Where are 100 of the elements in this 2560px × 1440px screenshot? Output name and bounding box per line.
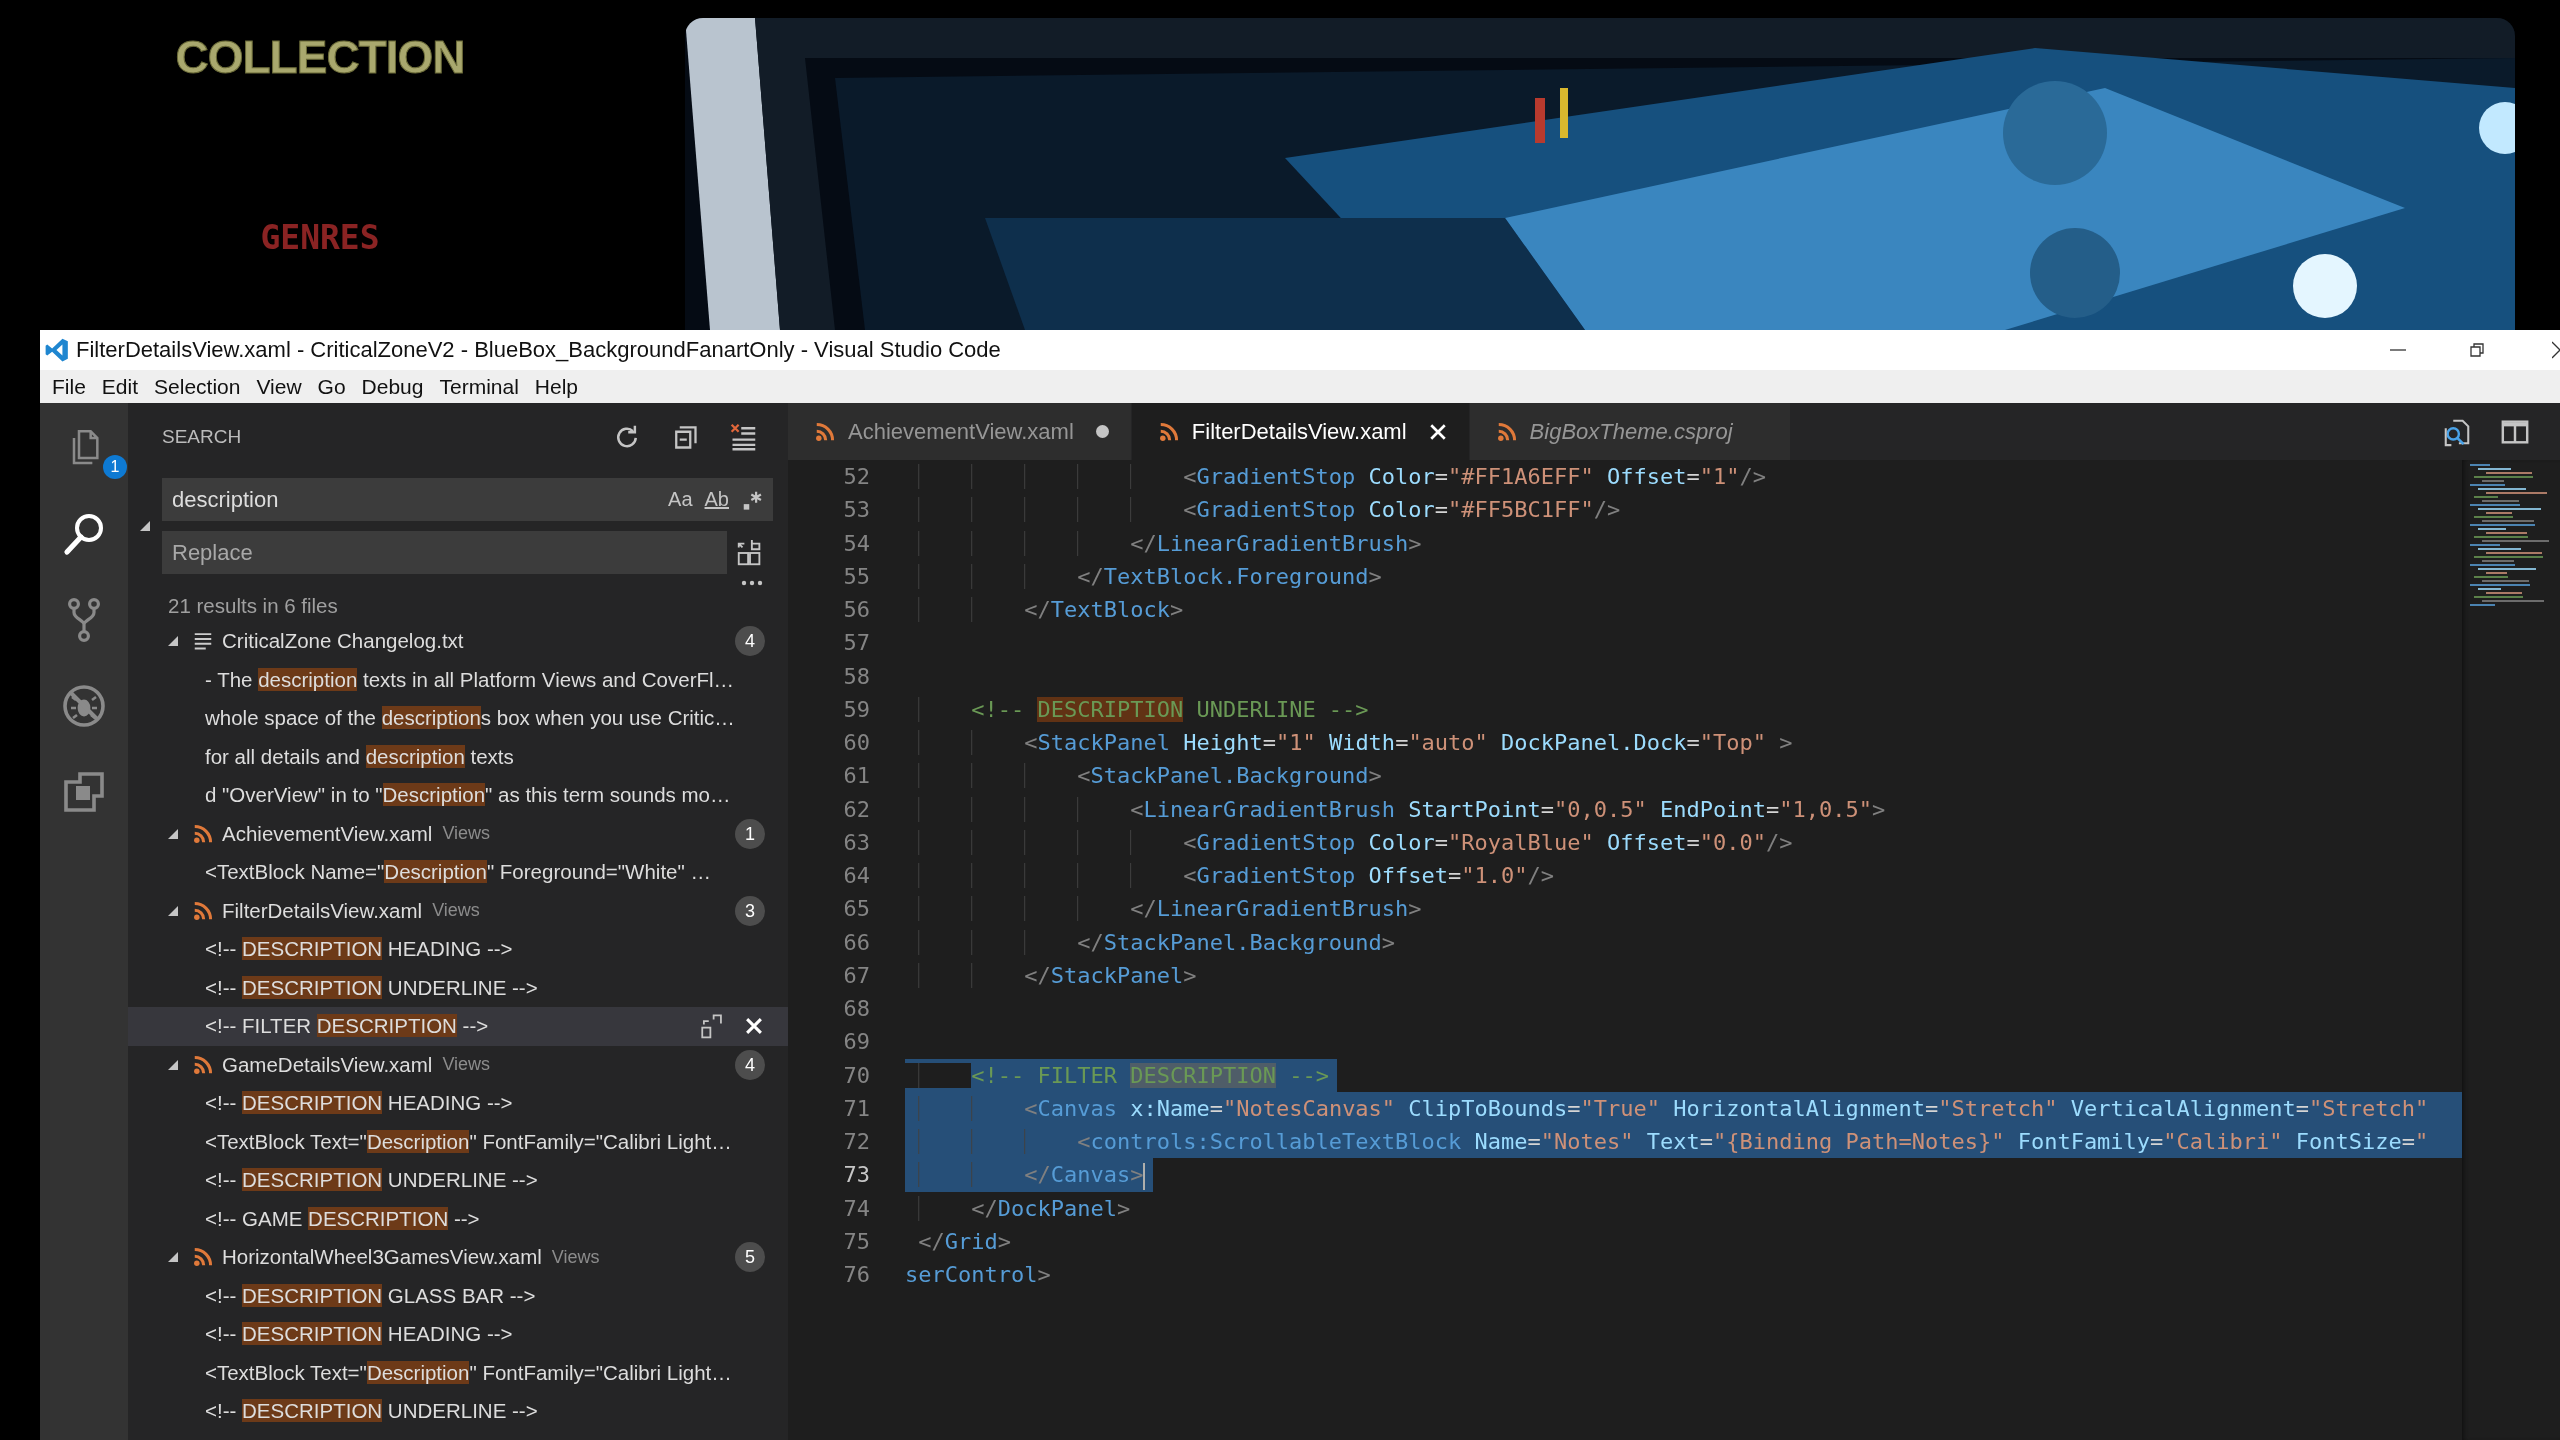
rss-icon <box>192 1246 214 1269</box>
code-line: <StackPanel Height="1" Width="auto" DockPanel.Dock="Top" > <box>905 726 1793 760</box>
rss-icon <box>192 1053 214 1076</box>
code-line: <!-- DESCRIPTION UNDERLINE --> <box>905 692 1369 726</box>
line-number: 62 <box>842 795 871 824</box>
search-result[interactable]: <!-- FILTER DESCRIPTION --> <box>128 1007 788 1046</box>
line-number: 68 <box>842 995 871 1023</box>
vscode-logo-icon <box>44 337 70 363</box>
search-result[interactable]: <!-- DESCRIPTION UNDERLINE --> <box>128 1392 788 1431</box>
line-number: 74 <box>842 1194 871 1223</box>
replace-icon[interactable] <box>699 1013 725 1040</box>
folder-label: Views <box>551 1246 601 1268</box>
menu-item[interactable]: Selection <box>146 370 249 403</box>
file-name[interactable]: FilterDetailsView.xaml <box>222 898 423 923</box>
toggle-replace-icon[interactable] <box>138 519 152 533</box>
code-line: </Grid> <box>905 1224 1011 1258</box>
more-icon[interactable] <box>741 580 763 586</box>
line-number: 53 <box>842 496 871 525</box>
line-number: 63 <box>842 828 871 857</box>
search-result[interactable]: <!-- DESCRIPTION UNDERLINE --> <box>128 1161 788 1200</box>
search-result[interactable]: <!-- GAME DESCRIPTION --> <box>128 1199 788 1238</box>
match-count: 3 <box>735 895 765 926</box>
search-result[interactable]: d "OverView" in to "Description" as this term sounds mo… <box>128 776 788 815</box>
code-line: <StackPanel.Background> <box>905 759 1382 793</box>
menu-item[interactable]: Edit <box>93 370 147 403</box>
search-result[interactable]: <!-- DESCRIPTION GLASS BAR --> <box>128 1276 788 1315</box>
rss-icon <box>192 822 214 845</box>
editor-tab[interactable]: AchievementView.xaml <box>788 403 1132 460</box>
code-line: </TextBlock.Foreground> <box>905 559 1382 593</box>
menu-item[interactable]: Help <box>526 370 587 403</box>
search-result[interactable]: <TextBlock Name="Description" Foreground="White" … <box>128 853 788 892</box>
menu-item[interactable]: Debug <box>353 370 432 403</box>
line-number: 64 <box>842 862 871 890</box>
clear-results-icon[interactable] <box>729 422 757 451</box>
search-result[interactable]: whole space of the descriptions box when you use Critic… <box>128 699 788 738</box>
code-line: </LinearGradientBrush> <box>905 892 1422 926</box>
code-line: <GradientStop Color="RoyalBlue" Offset="0.0"/> <box>905 825 1793 859</box>
results-summary: 21 results in 6 files <box>167 593 339 619</box>
notification-badge: 1 <box>103 455 127 479</box>
rss-icon <box>1495 420 1518 443</box>
line-number: 59 <box>842 695 871 724</box>
folder-label: Views <box>432 900 481 922</box>
search-result[interactable]: <!-- DESCRIPTION UNDERLINE --> <box>128 968 788 1007</box>
menu-item[interactable]: File <box>44 370 94 403</box>
file-name[interactable]: GameDetailsView.xaml <box>222 1052 433 1077</box>
line-number: 52 <box>842 463 871 491</box>
match-count: 4 <box>735 626 765 657</box>
search-field[interactable]: description <box>162 478 663 521</box>
line-number: 60 <box>842 729 871 757</box>
rss-icon <box>192 899 214 922</box>
folder-label: Views <box>442 823 492 845</box>
no-bug-icon[interactable] <box>60 682 108 730</box>
close-icon[interactable] <box>2552 340 2560 360</box>
code-line: serControl> <box>905 1261 1051 1289</box>
line-number: 70 <box>842 1061 871 1090</box>
rss-icon <box>1157 420 1180 443</box>
genres-heading: GENRES <box>260 218 380 258</box>
file-name[interactable]: AchievementView.xaml <box>222 821 433 846</box>
rss-icon <box>814 420 836 443</box>
editor-tab[interactable]: BigBoxTheme.csproj <box>1469 403 1791 460</box>
line-number: 57 <box>842 629 871 658</box>
expand-arrow-icon[interactable] <box>166 1250 180 1265</box>
window-title: FilterDetailsView.xaml - CriticalZoneV2 - BlueBox_BackgroundFanartOnly - Visual Studio Code <box>76 337 1001 363</box>
menu-item[interactable]: Go <box>309 370 354 403</box>
line-number: 73 <box>842 1161 871 1190</box>
menu-item[interactable]: Terminal <box>431 370 527 403</box>
search-result[interactable]: - The description texts in all Platform Views and CoverFl… <box>128 660 788 699</box>
code-line: </TextBlock> <box>905 593 1184 627</box>
line-number: 54 <box>842 529 871 558</box>
collection-heading: COLLECTION <box>175 30 465 84</box>
panel-title: SEARCH <box>162 425 243 448</box>
whole-word-toggle[interactable]: Ab <box>698 478 735 521</box>
file-name[interactable]: HorizontalWheel3GamesView.xaml <box>222 1245 542 1270</box>
match-case-toggle[interactable]: Aa <box>662 478 699 521</box>
line-number: 75 <box>842 1227 871 1256</box>
menu-item[interactable]: View <box>248 370 310 403</box>
code-line: </StackPanel.Background> <box>905 925 1396 959</box>
line-number: 55 <box>842 562 871 591</box>
match-count: 1 <box>735 818 765 849</box>
expand-arrow-icon[interactable] <box>166 634 180 649</box>
line-number: 67 <box>842 961 871 990</box>
search-result[interactable]: <TextBlock Text="Description" FontFamily="Calibri Light… <box>128 1122 788 1161</box>
code-line: <GradientStop Offset="1.0"/> <box>905 859 1555 893</box>
restore-icon[interactable] <box>2467 340 2487 360</box>
search-result[interactable]: <TextBlock Text="Description" FontFamily="Calibri Light… <box>128 1353 788 1392</box>
line-number: 72 <box>842 1128 871 1156</box>
search-result[interactable]: for all details and description texts <box>128 737 788 776</box>
match-count: 5 <box>735 1242 765 1273</box>
line-number: 71 <box>842 1094 871 1123</box>
text-file-icon <box>192 630 214 653</box>
replace-field[interactable]: Replace <box>162 531 727 574</box>
match-count: 4 <box>735 1049 765 1080</box>
line-number: 61 <box>842 762 871 791</box>
line-number: 58 <box>842 662 871 691</box>
search-result[interactable]: <!-- DESCRIPTION HEADING --> <box>128 930 788 969</box>
search-result[interactable]: <!-- DESCRIPTION HEADING --> <box>128 1084 788 1123</box>
editor-tab[interactable]: FilterDetailsView.xaml <box>1131 403 1470 460</box>
file-name[interactable]: CriticalZone Changelog.txt <box>222 629 464 654</box>
search-result[interactable]: <!-- DESCRIPTION HEADING --> <box>128 1315 788 1354</box>
line-number: 76 <box>842 1261 871 1289</box>
